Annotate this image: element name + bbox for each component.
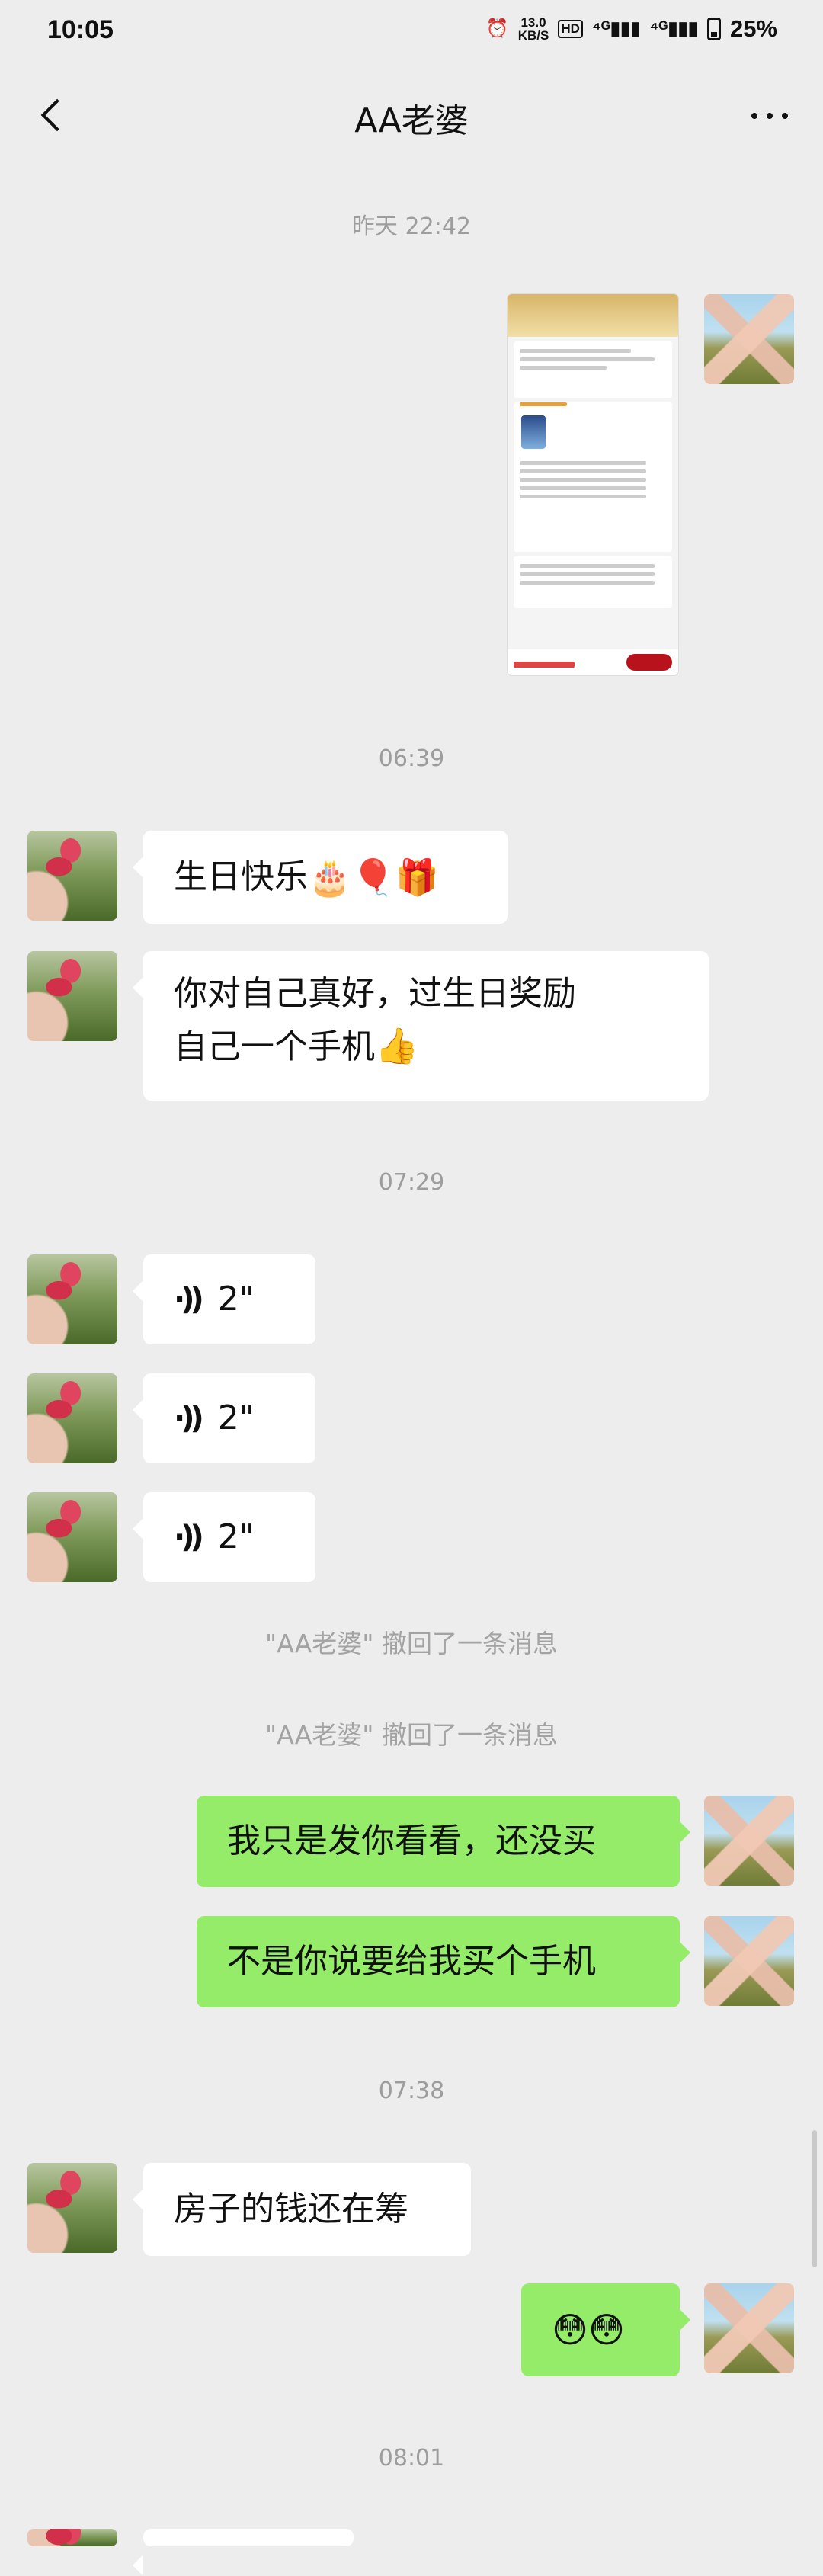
my-avatar[interactable] [704,294,794,384]
contact-avatar[interactable] [27,2163,117,2253]
received-message[interactable]: 房子的钱还在筹 [133,2163,471,2256]
sent-message[interactable]: 我只是发你看看，还没买 [197,1796,690,1887]
message-text: 房子的钱还在筹 [174,2190,408,2228]
message-text-line: 自己一个手机👍 [174,1020,678,1073]
more-options-button[interactable] [739,93,800,139]
voice-message[interactable]: ·)) 2" [133,1373,315,1463]
screenshot-line [520,469,647,473]
screenshot-card [514,341,672,398]
screenshot-line [520,357,655,361]
network-speed: 13.0 KB/S [518,16,549,42]
more-dot-icon [767,113,773,119]
chat-header: AA老婆 [0,61,823,168]
screenshot-line [520,486,647,490]
sent-message[interactable]: 不是你说要给我买个手机 [197,1916,690,2007]
screenshot-product-card [514,402,672,552]
status-icons: ⏰ 13.0 KB/S HD ⁴ᴳ▮▮▮ ⁴ᴳ▮▮▮ 25% [486,12,777,46]
screenshot-price [514,662,575,668]
scrollbar[interactable] [812,2130,817,2267]
screenshot-line [520,461,647,465]
screenshot-image-message[interactable] [508,294,678,675]
message-text: 生日快乐 [174,857,308,896]
voice-message[interactable]: ·)) 2" [133,1492,315,1582]
voice-duration: 2" [217,1517,255,1556]
timestamp: 08:01 [378,2445,445,2472]
chat-title: AA老婆 [354,101,469,140]
speed-value: 13.0 [520,15,546,30]
my-avatar[interactable] [704,2283,794,2373]
recall-notice: "AA老婆" 撤回了一条消息 [265,1720,558,1750]
message-text: 自己一个手机 [174,1027,375,1066]
phone-thumbnail [521,415,546,449]
my-avatar[interactable] [704,1796,794,1886]
screenshot-pay-button [626,654,672,671]
battery-percent: 25% [729,15,777,42]
timestamp: 07:29 [378,1169,445,1196]
contact-avatar[interactable] [27,1492,117,1582]
thumbs-up-emoji: 👍 [375,1025,419,1066]
message-text: 不是你说要给我买个手机 [227,1942,596,1981]
message-text-line: 你对自己真好，过生日奖励 [174,974,576,1013]
screenshot-footer [508,649,678,675]
received-message[interactable]: 生日快乐 🎂🎈🎁 [133,831,508,924]
contact-avatar[interactable] [27,951,117,1041]
screenshot-summary-card [514,556,672,608]
more-dot-icon [751,113,757,119]
recall-notice: "AA老婆" 撤回了一条消息 [265,1629,558,1658]
signal-icon-1: ⁴ᴳ▮▮▮ [591,18,641,39]
screenshot-line [520,402,568,406]
voice-wave-icon: ·)) [174,1282,204,1317]
received-message[interactable]: 你对自己真好，过生日奖励 自己一个手机👍 [133,951,709,1101]
voice-duration: 2" [217,1280,255,1318]
contact-avatar[interactable] [27,2529,117,2546]
screenshot-line [520,366,607,370]
screenshot-line [520,581,655,585]
my-avatar[interactable] [704,1916,794,2006]
voice-wave-icon: ·)) [174,1520,204,1555]
status-time: 10:05 [47,15,114,44]
screenshot-line [520,495,647,498]
voice-wave-icon: ·)) [174,1401,204,1436]
timestamp: 06:39 [378,745,445,772]
screenshot-line [520,564,655,568]
screenshot-header [508,294,678,337]
screenshot-line [520,478,647,482]
signal-icon-2: ⁴ᴳ▮▮▮ [649,18,698,39]
speed-unit: KB/S [517,28,549,43]
hd-icon: HD [558,20,583,38]
screenshot-line [520,572,655,576]
message-text: 我只是发你看看，还没买 [227,1821,596,1860]
received-message[interactable] [133,2529,354,2576]
contact-avatar[interactable] [27,831,117,921]
timestamp: 昨天 22:42 [352,213,471,240]
cake-balloon-gift-emoji: 🎂🎈🎁 [308,857,439,898]
contact-avatar[interactable] [27,1254,117,1344]
voice-message[interactable]: ·)) 2" [133,1254,315,1344]
battery-icon [706,18,721,40]
sent-message[interactable]: 😳😳 [521,2283,690,2376]
timestamp: 07:38 [378,2078,445,2104]
voice-duration: 2" [217,1399,255,1437]
alarm-icon: ⏰ [485,18,509,39]
flushed-face-emoji: 😳😳 [552,2309,625,2350]
status-bar: 10:05 ⏰ 13.0 KB/S HD ⁴ᴳ▮▮▮ ⁴ᴳ▮▮▮ 25% [0,0,823,61]
contact-avatar[interactable] [27,1373,117,1463]
screenshot-line [520,349,631,353]
more-dot-icon [782,113,788,119]
